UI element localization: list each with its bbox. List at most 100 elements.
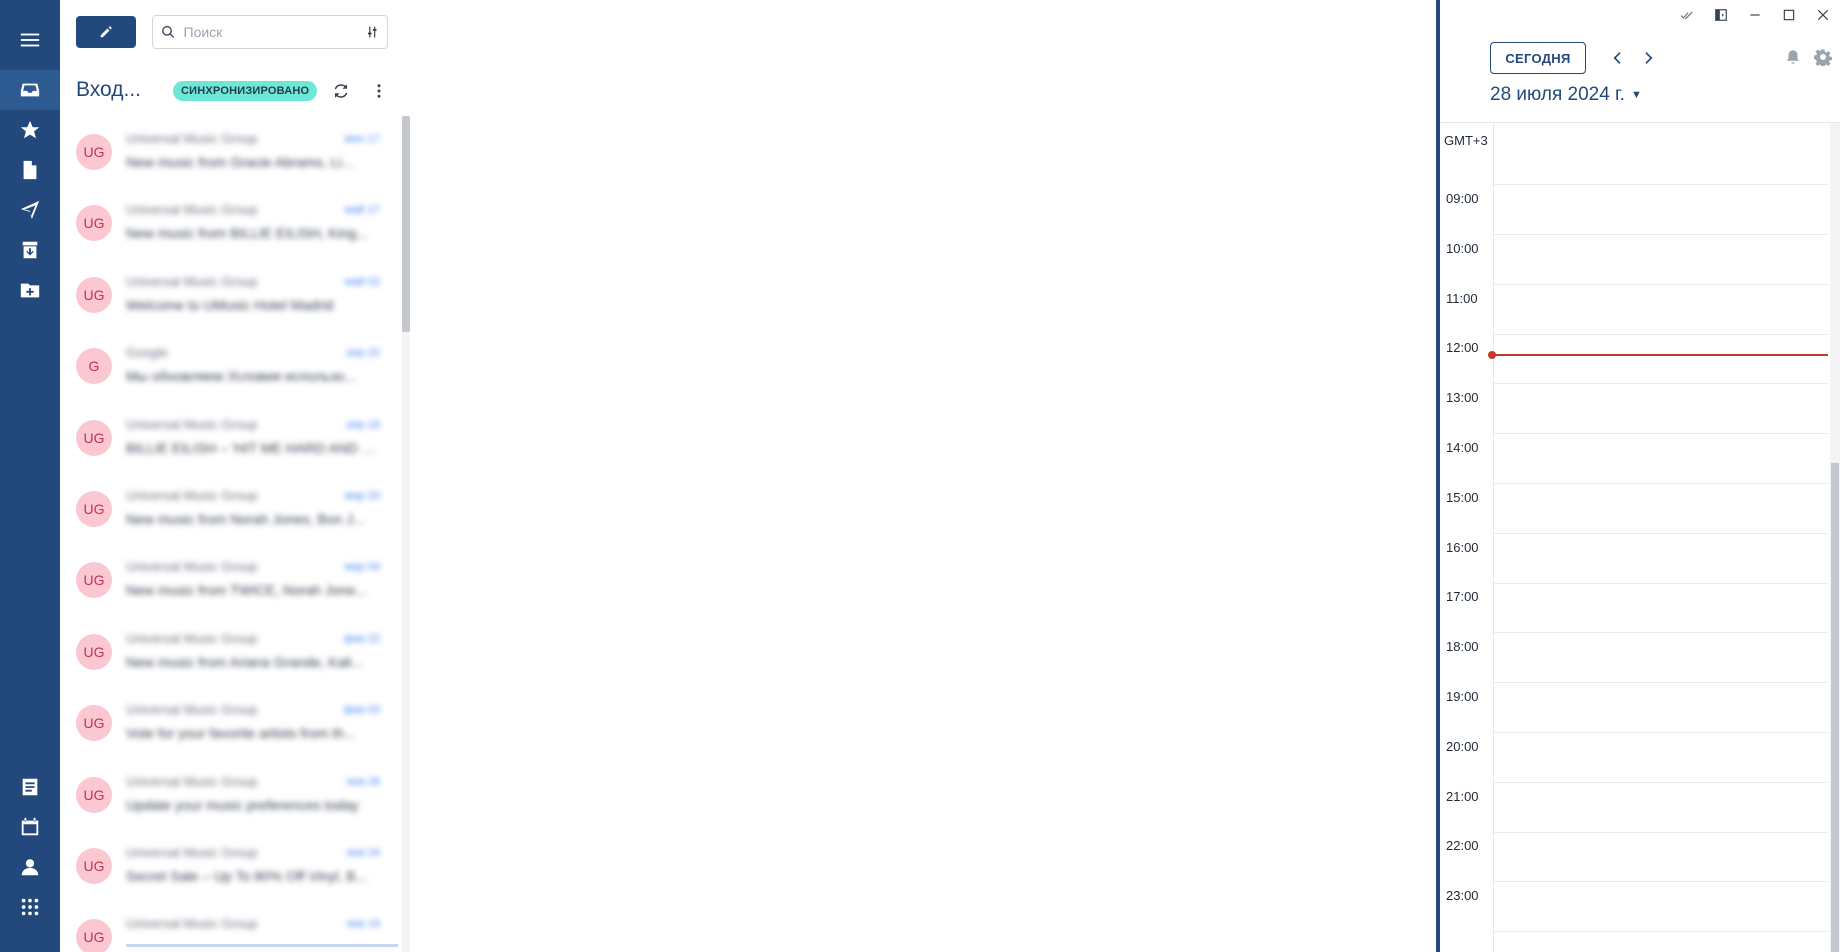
hour-label: 18:00 bbox=[1446, 639, 1479, 655]
hour-line bbox=[1494, 732, 1828, 733]
hour-line bbox=[1494, 234, 1828, 235]
date-picker[interactable]: 28 июля 2024 г. ▼ bbox=[1490, 84, 1642, 106]
toggle-panel-button[interactable] bbox=[1704, 0, 1738, 30]
message-date: янв 28 bbox=[346, 775, 380, 788]
avatar: UG bbox=[76, 205, 112, 242]
sender-name: Universal Music Group bbox=[126, 773, 258, 789]
search-input[interactable] bbox=[183, 24, 365, 40]
minimize-icon bbox=[1750, 14, 1760, 16]
message-row[interactable]: UG Universal Music Group фев 22 New music f… bbox=[60, 616, 400, 688]
message-subject: New music from Norah Jones, Bon J... bbox=[126, 511, 365, 527]
search-icon bbox=[162, 25, 175, 38]
sender-name: Universal Music Group bbox=[126, 488, 258, 503]
message-subject: Update your music preferences today bbox=[126, 796, 359, 813]
calendar-scrollbar[interactable] bbox=[1830, 123, 1840, 952]
message-row[interactable]: UG Universal Music Group мар 20 New music f… bbox=[60, 473, 400, 545]
rail-item-inbox[interactable] bbox=[0, 70, 60, 110]
calendar-icon bbox=[21, 817, 39, 836]
message-date: май 17 bbox=[344, 204, 380, 217]
folder-add-icon bbox=[20, 283, 40, 298]
avatar: UG bbox=[76, 491, 112, 527]
hour-line bbox=[1494, 483, 1828, 484]
document-icon bbox=[23, 160, 37, 180]
maximize-button[interactable] bbox=[1772, 0, 1806, 30]
sender-name: Universal Music Group bbox=[126, 845, 258, 860]
menu-button[interactable] bbox=[0, 20, 60, 60]
rail-item-new-folder[interactable] bbox=[0, 270, 60, 310]
message-row[interactable]: UG Universal Music Group янв 24 Secret Sale… bbox=[60, 830, 400, 902]
hour-label: 12:00 bbox=[1446, 340, 1479, 356]
sender-name: Google bbox=[126, 345, 168, 361]
message-list-scrollbar[interactable] bbox=[402, 116, 410, 952]
rail-item-notes[interactable] bbox=[0, 767, 60, 807]
avatar: UG bbox=[76, 419, 112, 456]
time-column-divider bbox=[1493, 123, 1494, 952]
apps-grid-icon bbox=[21, 898, 39, 916]
hour-line bbox=[1494, 532, 1828, 534]
message-row[interactable]: UG Universal Music Group мар 04 New music f… bbox=[60, 544, 400, 616]
hour-label: 15:00 bbox=[1446, 489, 1479, 505]
avatar: UG bbox=[76, 776, 112, 813]
minimize-button[interactable] bbox=[1738, 0, 1772, 30]
hour-line bbox=[1494, 333, 1828, 335]
rail-item-calendar[interactable] bbox=[0, 807, 60, 847]
message-row[interactable]: UG Universal Music Group апр 18 BILLIE EILI… bbox=[60, 402, 400, 474]
hour-label: 20:00 bbox=[1446, 738, 1479, 754]
message-row[interactable]: UG Universal Music Group янв 28 Update your… bbox=[60, 759, 400, 831]
close-icon bbox=[1817, 9, 1829, 21]
rail-item-contacts[interactable] bbox=[0, 847, 60, 887]
close-button[interactable] bbox=[1806, 0, 1840, 30]
message-subject: Vote for your favorite artists from th..… bbox=[126, 725, 356, 742]
scrollbar-thumb[interactable] bbox=[402, 116, 410, 332]
hour-line bbox=[1494, 931, 1828, 933]
rail-item-starred[interactable] bbox=[0, 110, 60, 150]
message-list: UG Universal Music Group июн 17 New music f… bbox=[60, 116, 402, 952]
sender-name: Universal Music Group bbox=[126, 131, 258, 146]
refresh-icon[interactable] bbox=[332, 82, 350, 100]
gear-icon[interactable] bbox=[1814, 48, 1832, 66]
rail-item-apps[interactable] bbox=[0, 887, 60, 927]
avatar: G bbox=[76, 348, 112, 385]
message-row[interactable]: UG Universal Music Group май 02 Welcome to … bbox=[60, 259, 400, 331]
bell-icon[interactable] bbox=[1784, 48, 1802, 66]
hour-label: 10:00 bbox=[1446, 240, 1479, 256]
current-time-line bbox=[1492, 354, 1828, 356]
maximize-icon bbox=[1783, 9, 1795, 21]
hour-label: 23:00 bbox=[1446, 888, 1479, 904]
scrollbar-thumb[interactable] bbox=[1831, 463, 1839, 952]
message-row[interactable]: UG Universal Music Group май 17 New music f… bbox=[60, 187, 400, 259]
hour-label: 14:00 bbox=[1446, 440, 1479, 455]
today-button[interactable]: СЕГОДНЯ bbox=[1490, 42, 1586, 74]
message-subject: New music from Ariana Grande, Kali... bbox=[126, 653, 364, 670]
hour-label: 11:00 bbox=[1446, 290, 1478, 306]
mail-list-pane: Вход... СИНХРОНИЗИРОВАНО UG Universal Mus… bbox=[60, 0, 410, 952]
avatar: UG bbox=[76, 919, 112, 952]
avatar: UG bbox=[76, 134, 112, 170]
hour-label: 13:00 bbox=[1446, 390, 1479, 406]
message-date: янв 24 bbox=[346, 847, 380, 859]
more-options-icon[interactable] bbox=[370, 82, 388, 100]
message-date: апр 18 bbox=[346, 418, 380, 431]
mark-all-read-button[interactable] bbox=[1670, 0, 1704, 30]
hour-label: 21:00 bbox=[1446, 788, 1479, 804]
rail-item-archive[interactable] bbox=[0, 230, 60, 270]
rail-item-drafts[interactable] bbox=[0, 150, 60, 190]
hour-label: 22:00 bbox=[1446, 838, 1479, 854]
rail-item-sent[interactable] bbox=[0, 190, 60, 230]
message-row[interactable]: UG Universal Music Group июн 17 New music f… bbox=[60, 116, 400, 188]
sender-name: Universal Music Group bbox=[126, 916, 258, 932]
previous-day-button[interactable] bbox=[1606, 46, 1630, 70]
message-row[interactable]: G Google апр 22 Мы обновляем Условия исполь… bbox=[60, 330, 400, 402]
folder-title[interactable]: Вход... bbox=[76, 78, 141, 102]
avatar: UG bbox=[76, 705, 112, 742]
next-day-button[interactable] bbox=[1636, 46, 1660, 70]
message-subject: Secret Sale – Up To 80% Off Vinyl, B... bbox=[126, 868, 368, 884]
chevron-right-icon bbox=[1645, 52, 1653, 64]
hour-line bbox=[1494, 433, 1828, 435]
message-date: мар 20 bbox=[344, 490, 380, 502]
message-row[interactable]: UG Universal Music Group фев 03 Vote for yo… bbox=[60, 687, 400, 759]
hour-line bbox=[1494, 682, 1828, 684]
hour-line bbox=[1494, 831, 1828, 833]
compose-button[interactable] bbox=[76, 16, 136, 48]
filter-sliders-icon[interactable] bbox=[365, 24, 380, 40]
